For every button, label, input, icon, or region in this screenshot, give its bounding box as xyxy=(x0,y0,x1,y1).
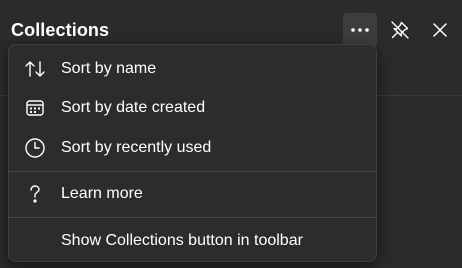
menu-item-show-collections-button[interactable]: Show Collections button in toolbar xyxy=(9,223,376,259)
panel-title: Collections xyxy=(11,20,110,40)
menu-item-sort-by-date-created[interactable]: Sort by date created xyxy=(9,90,376,126)
menu-item-sort-by-recently-used[interactable]: Sort by recently used xyxy=(9,130,376,166)
menu-item-learn-more[interactable]: Learn more xyxy=(9,176,376,212)
sort-options-menu: Sort by name Sort by date created Sort b… xyxy=(8,44,377,262)
close-icon xyxy=(433,23,447,37)
menu-item-sort-by-name[interactable]: Sort by name xyxy=(9,51,376,87)
more-horizontal-icon xyxy=(351,28,369,32)
unpin-button[interactable] xyxy=(383,13,417,47)
menu-separator xyxy=(9,171,376,172)
clock-icon xyxy=(24,137,46,159)
sort-arrows-icon xyxy=(24,58,46,80)
menu-item-label: Sort by recently used xyxy=(61,139,212,156)
question-icon xyxy=(24,183,46,205)
more-options-button[interactable] xyxy=(343,13,377,47)
unpin-icon xyxy=(391,21,409,39)
menu-item-label: Sort by name xyxy=(61,60,157,77)
menu-item-label: Sort by date created xyxy=(61,99,206,116)
menu-item-label: Learn more xyxy=(61,185,143,202)
calendar-icon xyxy=(24,97,46,119)
collections-panel: Collections Sort by name Sort by date cr… xyxy=(0,0,462,268)
menu-separator xyxy=(9,217,376,218)
menu-item-label: Show Collections button in toolbar xyxy=(61,232,303,249)
close-button[interactable] xyxy=(423,13,457,47)
